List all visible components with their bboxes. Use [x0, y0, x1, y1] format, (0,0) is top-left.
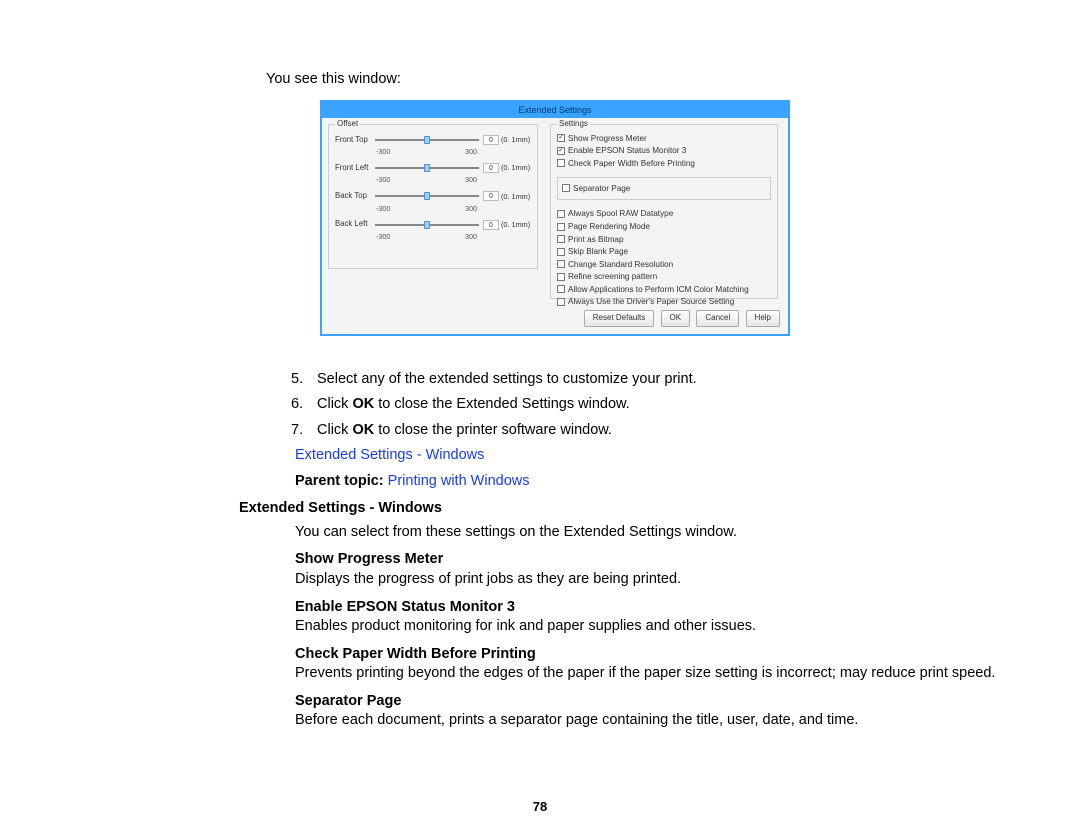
slider-back-left[interactable]: Back Left 0 (0. 1mm): [335, 219, 531, 230]
checkbox-icon[interactable]: [557, 159, 565, 167]
offset-group: Offset Front Top 0 (0. 1mm) -300300 Fron…: [328, 124, 538, 269]
checkbox-icon[interactable]: ✓: [557, 147, 565, 155]
slider-thumb-icon[interactable]: [424, 136, 430, 144]
offset-group-label: Offset: [335, 119, 360, 130]
checkbox-separator-page[interactable]: Separator Page: [562, 183, 766, 194]
separator-page-group: Separator Page: [557, 177, 771, 201]
checkbox-allow-icm[interactable]: Allow Applications to Perform ICM Color …: [557, 284, 771, 295]
checkbox-check-paper-width[interactable]: Check Paper Width Before Printing: [557, 158, 771, 169]
settings-group-label: Settings: [557, 119, 590, 130]
checkbox-refine-screening[interactable]: Refine screening pattern: [557, 271, 771, 282]
checkbox-change-standard-resolution[interactable]: Change Standard Resolution: [557, 259, 771, 270]
slider-front-left[interactable]: Front Left 0 (0. 1mm): [335, 163, 531, 174]
def-separator-page: Before each document, prints a separator…: [295, 711, 1024, 731]
dialog-title: Extended Settings: [322, 102, 788, 118]
section-heading: Extended Settings - Windows: [239, 499, 1024, 519]
slider-front-top[interactable]: Front Top 0 (0. 1mm): [335, 135, 531, 146]
def-enable-status: Enables product monitoring for ink and p…: [295, 617, 1024, 637]
checkbox-always-spool-raw[interactable]: Always Spool RAW Datatype: [557, 208, 771, 219]
term-separator-page: Separator Page: [295, 692, 1024, 712]
section-intro: You can select from these settings on th…: [295, 523, 1024, 543]
term-show-progress: Show Progress Meter: [295, 550, 1024, 570]
dialog-body: Offset Front Top 0 (0. 1mm) -300300 Fron…: [322, 118, 788, 305]
settings-group: Settings ✓Show Progress Meter ✓Enable EP…: [550, 124, 778, 299]
checkbox-driver-paper-source[interactable]: Always Use the Driver's Paper Source Set…: [557, 296, 771, 307]
checkbox-icon[interactable]: [562, 184, 570, 192]
slider-value[interactable]: 0: [483, 135, 499, 145]
document-page: You see this window: Extended Settings O…: [0, 0, 1080, 733]
parent-topic: Parent topic: Printing with Windows: [295, 472, 1024, 492]
checkbox-skip-blank-page[interactable]: Skip Blank Page: [557, 246, 771, 257]
slider-back-top[interactable]: Back Top 0 (0. 1mm): [335, 191, 531, 202]
checkbox-icon[interactable]: ✓: [557, 134, 565, 142]
checkbox-print-as-bitmap[interactable]: Print as Bitmap: [557, 234, 771, 245]
term-check-paper: Check Paper Width Before Printing: [295, 645, 1024, 665]
checkbox-page-rendering-mode[interactable]: Page Rendering Mode: [557, 221, 771, 232]
checkbox-enable-status-monitor[interactable]: ✓Enable EPSON Status Monitor 3: [557, 145, 771, 156]
slider-track[interactable]: [375, 139, 479, 141]
step-6: 6. Click OK to close the Extended Settin…: [291, 395, 1024, 415]
term-enable-status: Enable EPSON Status Monitor 3: [295, 598, 1024, 618]
page-number: 78: [0, 798, 1080, 816]
step-5: 5. Select any of the extended settings t…: [291, 370, 1024, 390]
step-list: 5. Select any of the extended settings t…: [291, 370, 1024, 441]
checkbox-show-progress-meter[interactable]: ✓Show Progress Meter: [557, 133, 771, 144]
extended-settings-dialog: Extended Settings Offset Front Top 0 (0.…: [320, 100, 790, 336]
parent-topic-link[interactable]: Printing with Windows: [388, 473, 530, 489]
def-show-progress: Displays the progress of print jobs as t…: [295, 570, 1024, 590]
link-extended-settings[interactable]: Extended Settings - Windows: [295, 446, 1024, 466]
step-7: 7. Click OK to close the printer softwar…: [291, 421, 1024, 441]
def-check-paper: Prevents printing beyond the edges of th…: [295, 664, 1024, 684]
intro-text: You see this window:: [266, 70, 1024, 90]
